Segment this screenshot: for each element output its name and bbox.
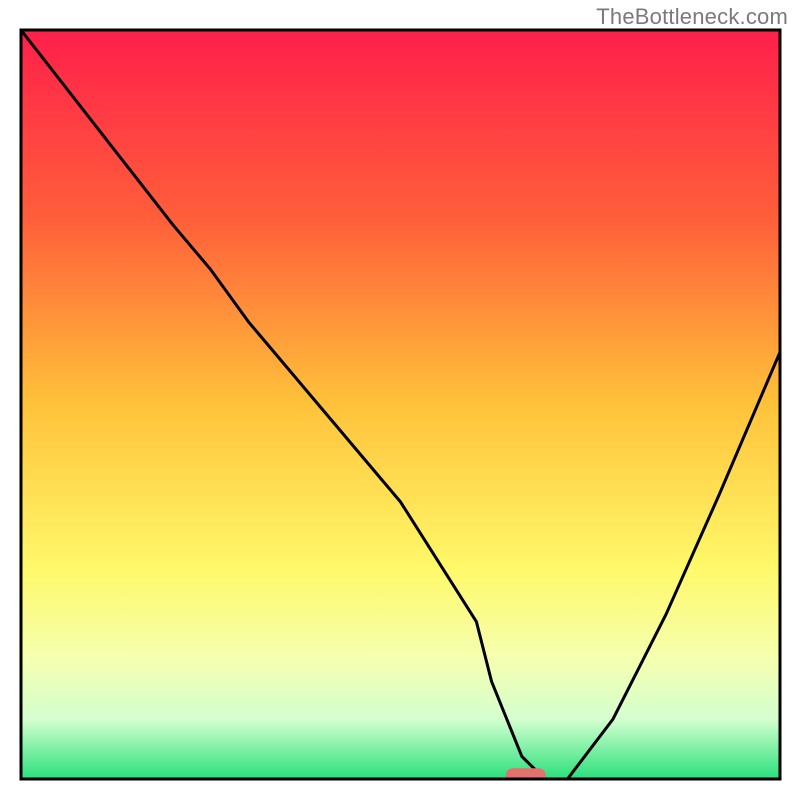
bottleneck-chart (0, 0, 800, 800)
gradient-background (21, 30, 780, 779)
source-watermark: TheBottleneck.com (596, 4, 788, 30)
chart-container: TheBottleneck.com (0, 0, 800, 800)
